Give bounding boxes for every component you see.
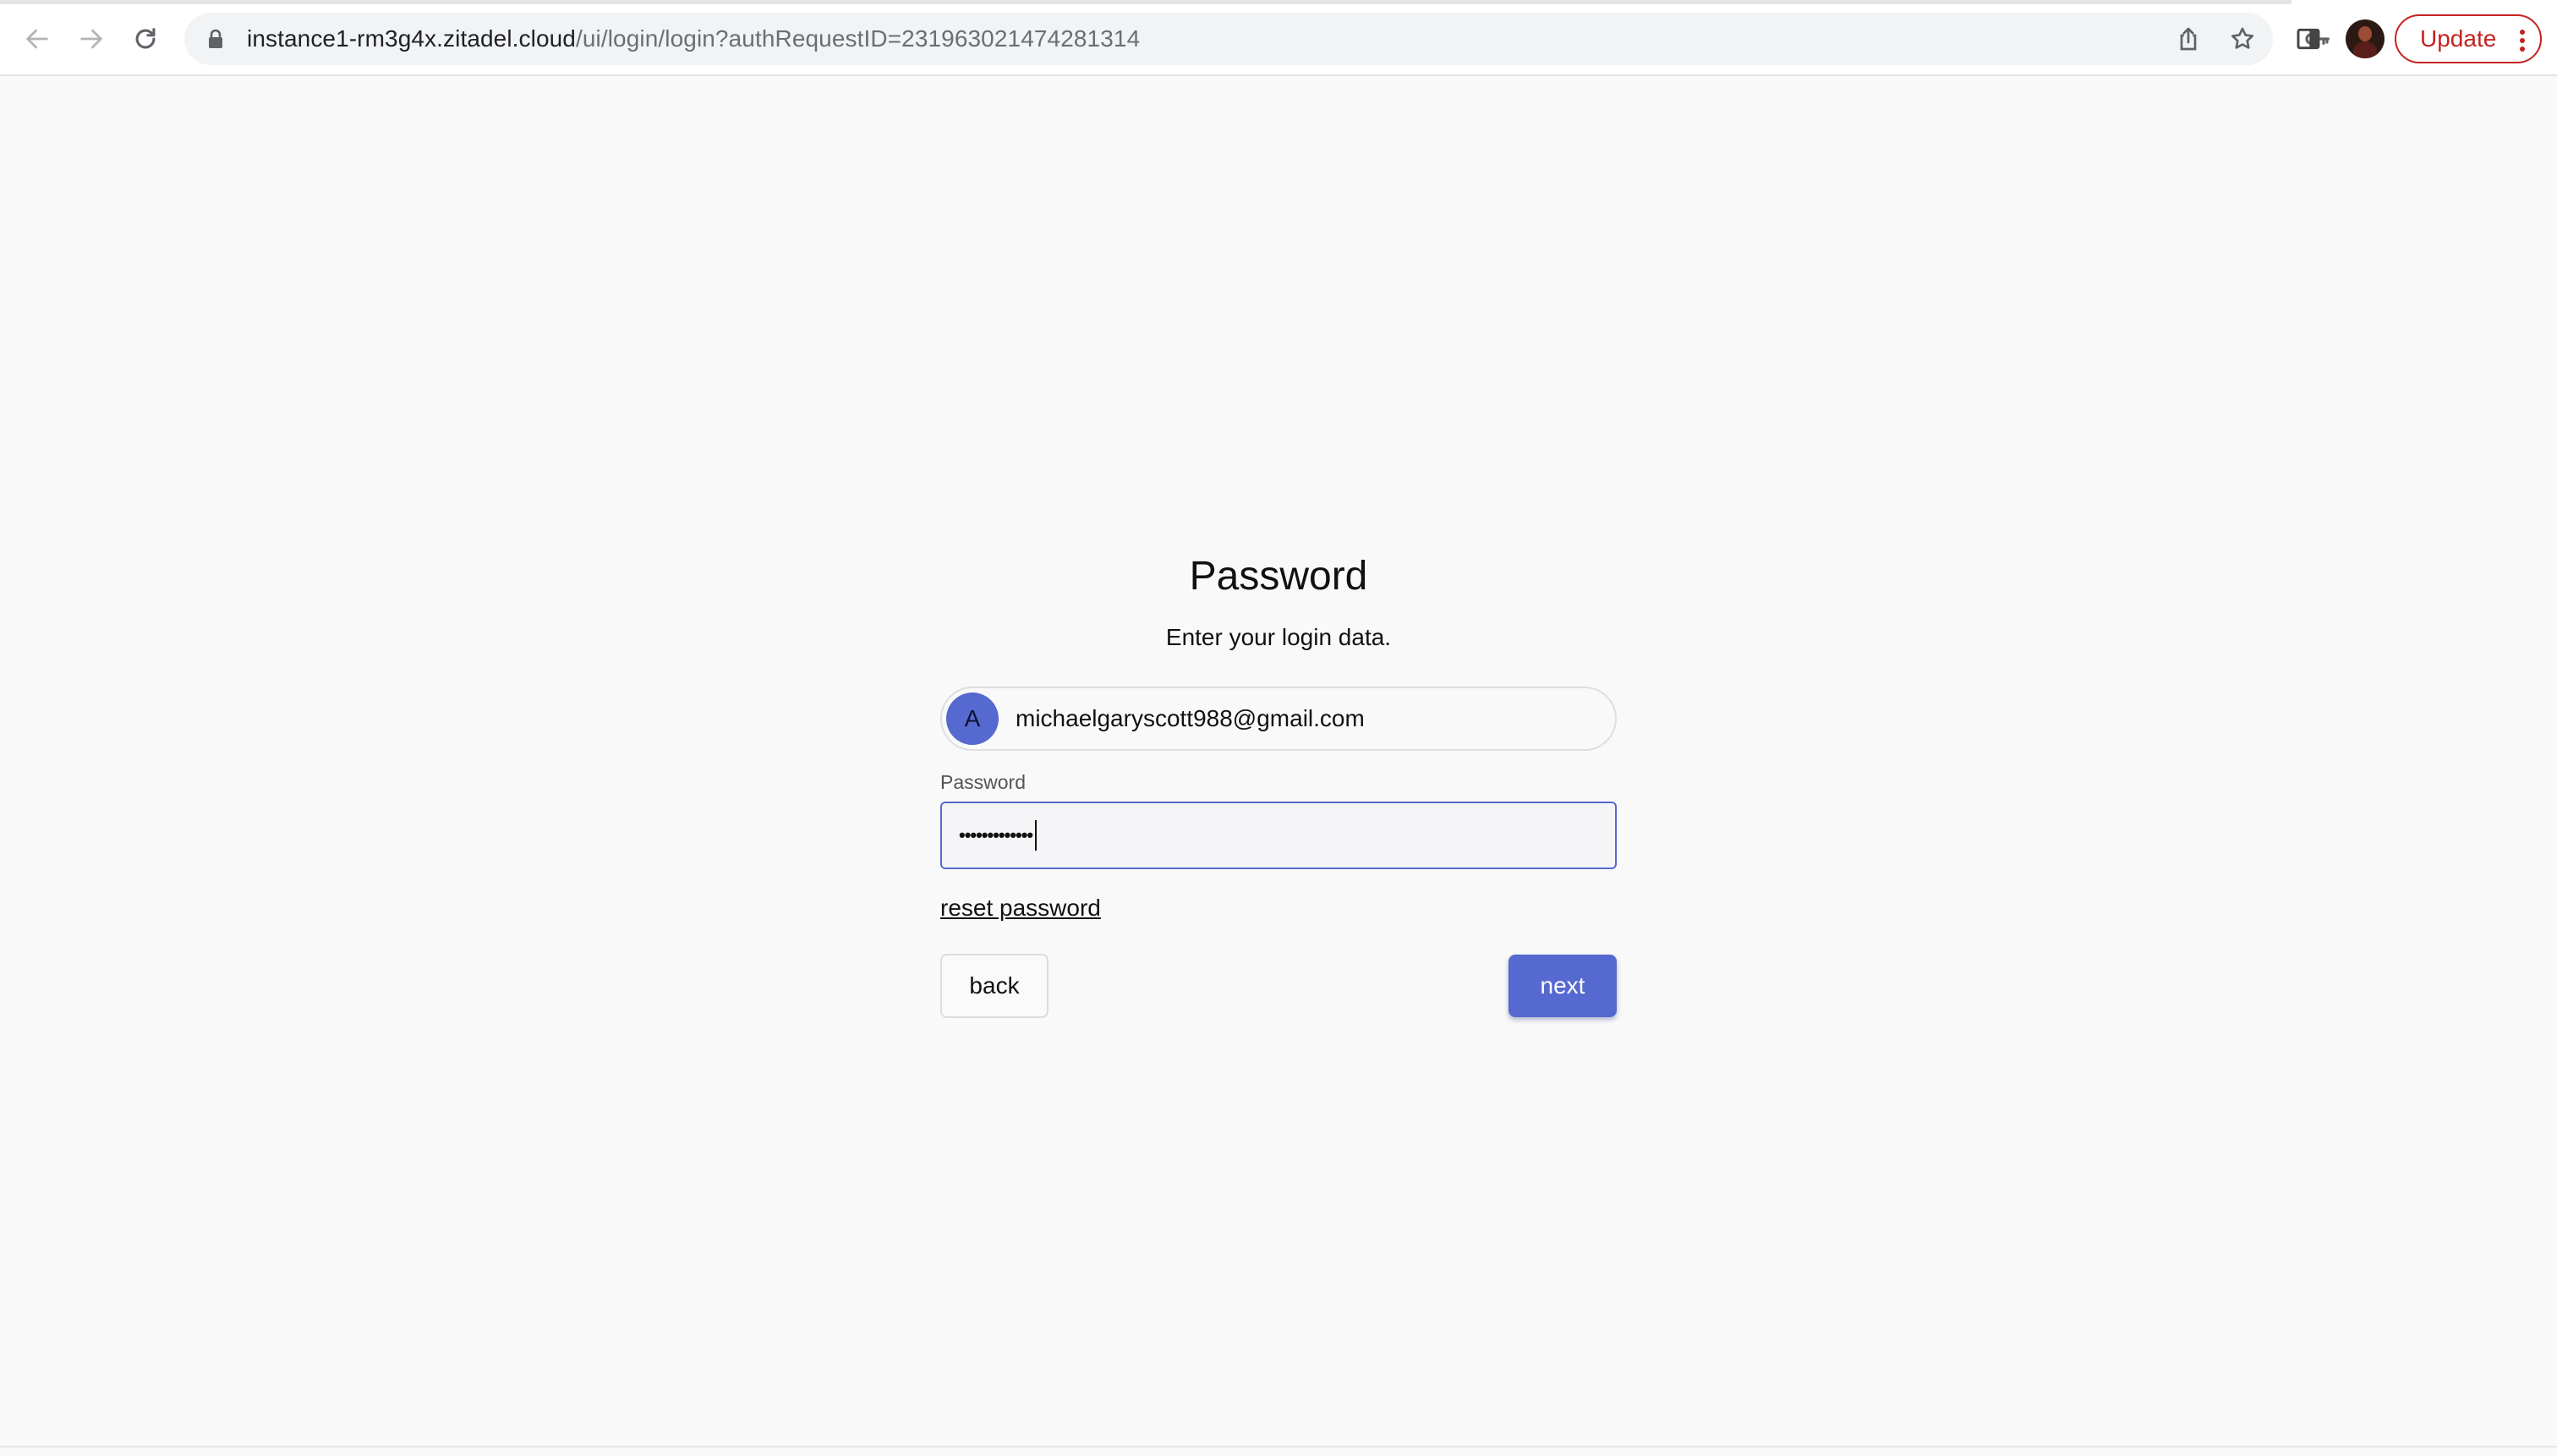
password-value: ••••••••••••• (959, 824, 1033, 846)
star-icon[interactable] (2224, 20, 2261, 57)
url-path: /ui/login/login?authRequestID=2319630214… (575, 25, 1141, 52)
form-actions: back next (940, 954, 1617, 1018)
page-title: Password (1189, 554, 1368, 599)
update-label: Update (2420, 25, 2497, 52)
login-card: Password Enter your login data. A michae… (940, 524, 1617, 1018)
reset-password-link[interactable]: reset password (940, 891, 1101, 925)
url-host: instance1-rm3g4x.zitadel.cloud (247, 25, 576, 52)
kebab-menu-icon (2520, 30, 2525, 52)
password-input[interactable]: ••••••••••••• (940, 802, 1617, 869)
arrow-left-icon (26, 29, 48, 49)
side-panel-icon[interactable] (2290, 20, 2327, 57)
arrow-right-icon (80, 29, 102, 49)
address-bar[interactable]: instance1-rm3g4x.zitadel.cloud/ui/login/… (184, 13, 2330, 65)
password-label: Password (940, 771, 1026, 793)
share-icon[interactable] (2170, 20, 2207, 57)
browser-toolbar: instance1-rm3g4x.zitadel.cloud/ui/login/… (0, 0, 2557, 76)
user-avatar: A (946, 692, 999, 745)
window-bottom-border (0, 1446, 2557, 1448)
user-login-name: michaelgaryscott988@gmail.com (1016, 705, 1365, 731)
address-url[interactable]: instance1-rm3g4x.zitadel.cloud/ui/login/… (247, 25, 1140, 52)
text-caret (1035, 820, 1038, 851)
reload-icon (135, 28, 156, 49)
reload-button[interactable] (125, 19, 166, 59)
update-button[interactable]: Update (2395, 14, 2542, 63)
profile-avatar[interactable] (2346, 19, 2385, 58)
lock-icon[interactable] (205, 26, 227, 52)
selected-user-chip[interactable]: A michaelgaryscott988@gmail.com (940, 687, 1617, 751)
page-load-indicator (0, 0, 2291, 4)
forward-nav-button[interactable] (71, 19, 112, 59)
page-subtitle: Enter your login data. (1165, 624, 1392, 650)
back-button[interactable]: back (940, 954, 1049, 1018)
back-nav-button[interactable] (17, 19, 57, 59)
next-button[interactable]: next (1508, 955, 1617, 1017)
